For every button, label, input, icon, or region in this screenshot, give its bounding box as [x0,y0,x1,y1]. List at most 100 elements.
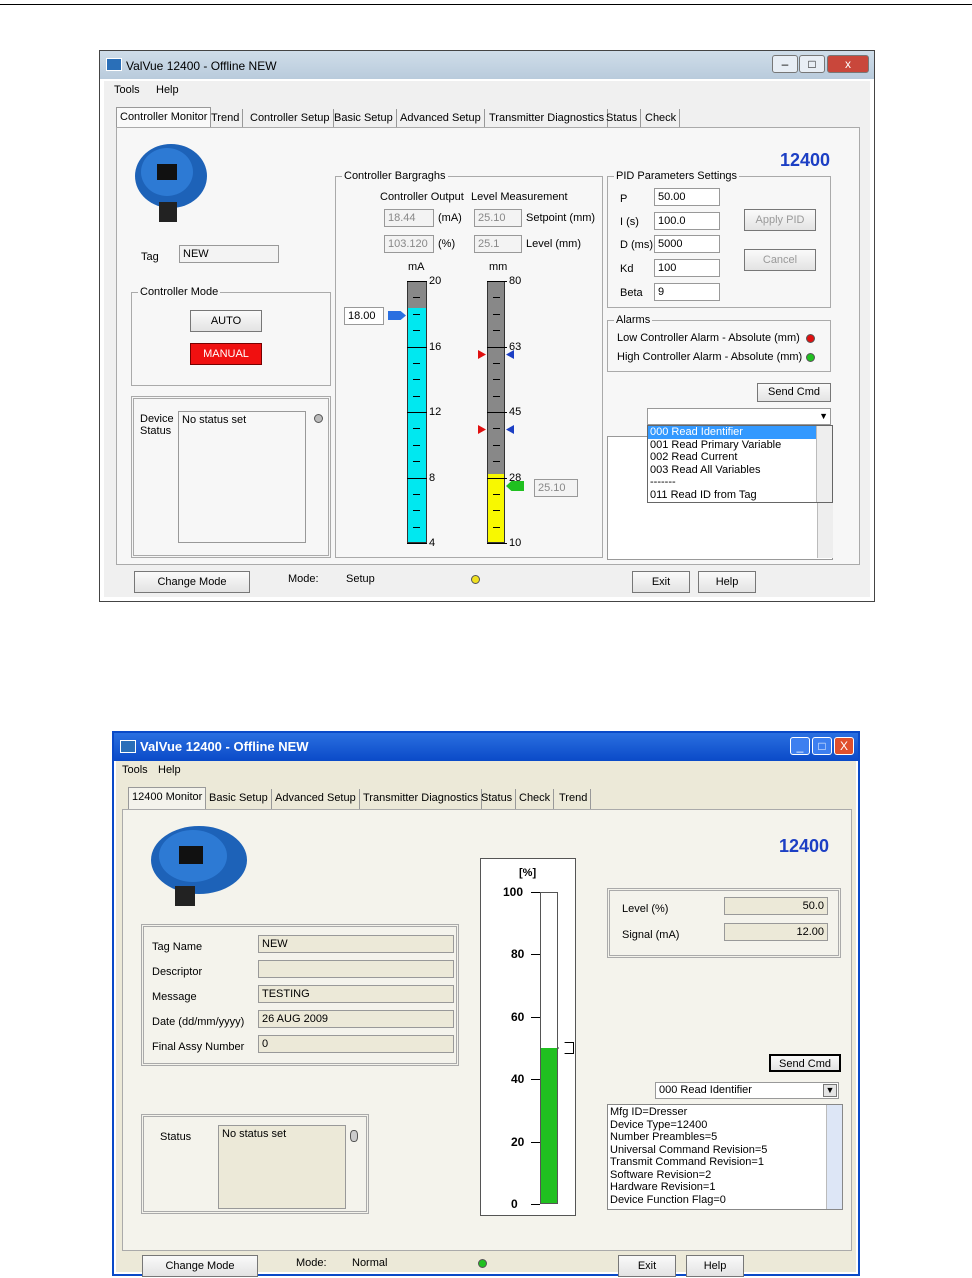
minimize-button[interactable]: _ [790,737,810,755]
device-status-indicator [314,414,323,423]
command-option[interactable]: 002 Read Current [648,451,832,464]
command-option[interactable]: ------- [648,476,832,489]
tab-basic-setup[interactable]: Basic Setup [206,789,272,809]
tab-controller-setup[interactable]: Controller Setup [247,109,334,129]
menu-tools[interactable]: Tools [114,84,140,96]
close-button[interactable]: x [827,55,869,73]
message-field[interactable]: TESTING [258,985,454,1003]
auto-button[interactable]: AUTO [190,310,262,332]
cancel-button[interactable]: Cancel [744,249,816,271]
mm-minor-tick [493,379,500,381]
gauge-tick-label: 20 [511,1134,525,1149]
pid-p-field[interactable]: 50.00 [654,188,720,206]
status-box: No status set [218,1125,346,1209]
gauge-unit-label: [%] [519,867,537,879]
tab-transmitter-diagnostics[interactable]: Transmitter Diagnostics [486,109,609,129]
help-button[interactable]: Help [698,571,756,593]
maximize-button[interactable]: □ [799,55,825,73]
pid-p-label: P [620,193,628,205]
tab-advanced-setup[interactable]: Advanced Setup [397,109,485,129]
device-image [143,820,255,910]
chevron-down-icon[interactable]: ▼ [823,1084,837,1097]
change-mode-button[interactable]: Change Mode [134,571,250,593]
date-field[interactable]: 26 AUG 2009 [258,1010,454,1028]
pid-i-label: I (s) [620,216,639,228]
tab-trend[interactable]: Trend [208,109,244,129]
options-scrollbar[interactable] [816,426,832,502]
ma-pointer-icon[interactable] [388,311,406,320]
ma-minor-tick [413,362,420,364]
tab-controller-monitor[interactable]: Controller Monitor [116,107,212,129]
ma-major-tick [407,543,427,544]
final-assy-field[interactable]: 0 [258,1035,454,1053]
pid-i-field[interactable]: 100.0 [654,212,720,230]
pid-kd-field[interactable]: 100 [654,259,720,277]
gauge-tick [531,1141,540,1143]
setpoint-label: Setpoint (mm) [526,212,596,224]
tab-check[interactable]: Check [516,789,555,809]
tab-trend[interactable]: Trend [556,789,592,809]
exit-button[interactable]: Exit [618,1255,676,1277]
tab-transmitter-diagnostics[interactable]: Transmitter Diagnostics [360,789,483,809]
alarms-legend: Alarms [614,314,653,326]
close-button[interactable]: X [834,737,854,755]
ma-minor-tick [413,297,420,299]
title-bar[interactable]: ValVue 12400 - Offline NEW – □ x [100,51,874,79]
tab-advanced-setup[interactable]: Advanced Setup [272,789,360,809]
output-scrollbar[interactable] [826,1105,842,1209]
command-option[interactable]: 001 Read Primary Variable [648,439,832,452]
descriptor-field[interactable] [258,960,454,978]
apply-pid-button[interactable]: Apply PID [744,209,816,231]
tag-name-field[interactable]: NEW [258,935,454,953]
gauge-tick [531,892,540,893]
ma-minor-tick [413,493,420,495]
mm-unit-label: mm [489,261,508,273]
ma-setpoint-input[interactable]: 18.00 [344,307,384,325]
ma-minor-tick [413,510,420,512]
app-icon [106,58,122,71]
tab-status[interactable]: Status [478,789,517,809]
minimize-button[interactable]: – [772,55,798,73]
window-title: ValVue 12400 - Offline NEW [126,59,277,73]
menu-bar: Tools Help [116,761,856,781]
low-alarm-label: Low Controller Alarm - Absolute (mm) [617,332,800,344]
tab-basic-setup[interactable]: Basic Setup [331,109,397,129]
change-mode-button[interactable]: Change Mode [142,1255,258,1277]
help-button[interactable]: Help [686,1255,744,1277]
tab-check[interactable]: Check [642,109,681,129]
mm-tick-label: 80 [509,275,522,287]
title-bar[interactable]: ValVue 12400 - Offline NEW _ □ X [114,733,858,761]
command-option[interactable]: 011 Read ID from Tag [648,489,832,502]
message-label: Message [152,991,197,1003]
mm-major-tick [487,412,507,413]
command-dropdown[interactable]: 000 Read Identifier [655,1082,839,1099]
chevron-down-icon[interactable]: ▼ [819,411,828,421]
command-option[interactable]: 003 Read All Variables [648,464,832,477]
mm-minor-tick [493,510,500,512]
date-label: Date (dd/mm/yyyy) [152,1016,245,1028]
exit-button[interactable]: Exit [632,571,690,593]
command-dropdown[interactable]: ▼ [647,408,831,425]
tag-field[interactable]: NEW [179,245,279,263]
tab-strip: Controller Monitor Trend Controller Setu… [112,107,872,129]
tab-status[interactable]: Status [603,109,642,129]
mm-minor-tick [493,395,500,397]
status-group: Status No status set [141,1114,369,1214]
manual-button[interactable]: MANUAL [190,343,262,365]
menu-help[interactable]: Help [156,84,179,96]
send-cmd-button[interactable]: Send Cmd [757,383,831,402]
output-ma-field: 18.44 [384,209,434,227]
menu-tools[interactable]: Tools [122,764,148,776]
ma-major-tick [407,412,427,413]
command-option[interactable]: 000 Read Identifier [648,426,832,439]
pid-beta-field[interactable]: 9 [654,283,720,301]
maximize-button[interactable]: □ [812,737,832,755]
command-options-list[interactable]: 000 Read Identifier 001 Read Primary Vari… [647,425,833,503]
tab-12400-monitor[interactable]: 12400 Monitor [128,787,207,809]
monitor-window: ValVue 12400 - Offline NEW _ □ X Tools H… [112,731,860,1277]
send-cmd-button[interactable]: Send Cmd [769,1054,841,1072]
status-indicator [350,1130,358,1142]
pid-d-field[interactable]: 5000 [654,235,720,253]
menu-help[interactable]: Help [158,764,181,776]
level-gauge: [%] 100 80 60 40 20 0 [480,858,576,1216]
